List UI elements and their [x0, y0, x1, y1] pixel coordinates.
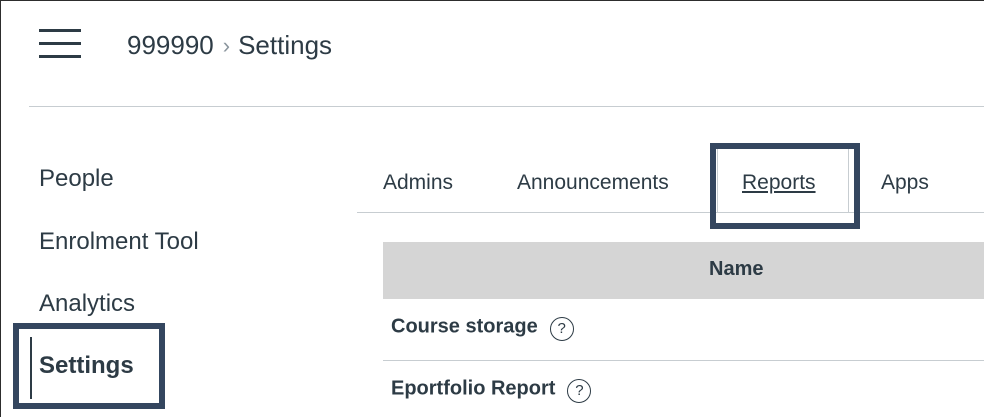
nav-item-analytics[interactable]: Analytics [39, 289, 135, 319]
tab-apps[interactable]: Apps [881, 170, 929, 196]
report-name: Eportfolio Report [391, 377, 556, 400]
reports-table: Name Course storage? Eportfolio Report? [383, 242, 984, 417]
tabs-divider [357, 212, 984, 213]
table-row: Eportfolio Report? [383, 361, 984, 417]
settings-tabs: Admins Announcements Reports Apps [357, 146, 984, 212]
report-name-course-storage: Course storage? [391, 315, 574, 341]
tab-announcements[interactable]: Announcements [517, 170, 669, 196]
breadcrumb-current-page: Settings [238, 30, 333, 60]
breadcrumb-course-link[interactable]: 999990 [127, 30, 214, 60]
nav-item-people[interactable]: People [39, 164, 114, 194]
nav-item-settings[interactable]: Settings [39, 351, 134, 381]
report-name-eportfolio: Eportfolio Report? [391, 377, 592, 403]
app-frame: 999990 › Settings People Enrolment Tool An… [0, 0, 984, 417]
nav-item-enrolment-tool[interactable]: Enrolment Tool [39, 227, 199, 257]
help-icon[interactable]: ? [567, 379, 592, 403]
header: 999990 › Settings [1, 1, 984, 107]
hamburger-line [39, 29, 81, 32]
table-row: Course storage? [383, 299, 984, 361]
breadcrumb-separator-icon: › [222, 33, 231, 58]
tab-reports[interactable]: Reports [742, 170, 816, 196]
report-name: Course storage [391, 315, 538, 338]
nav-active-indicator [30, 337, 32, 399]
column-header-name[interactable]: Name [709, 258, 763, 281]
breadcrumb: 999990 › Settings [127, 29, 332, 63]
hamburger-line [39, 55, 81, 58]
help-icon[interactable]: ? [549, 317, 574, 341]
header-divider [29, 106, 984, 107]
tab-admins[interactable]: Admins [383, 170, 453, 196]
hamburger-icon[interactable] [39, 29, 81, 61]
hamburger-line [39, 42, 81, 45]
table-header: Name [383, 242, 984, 299]
